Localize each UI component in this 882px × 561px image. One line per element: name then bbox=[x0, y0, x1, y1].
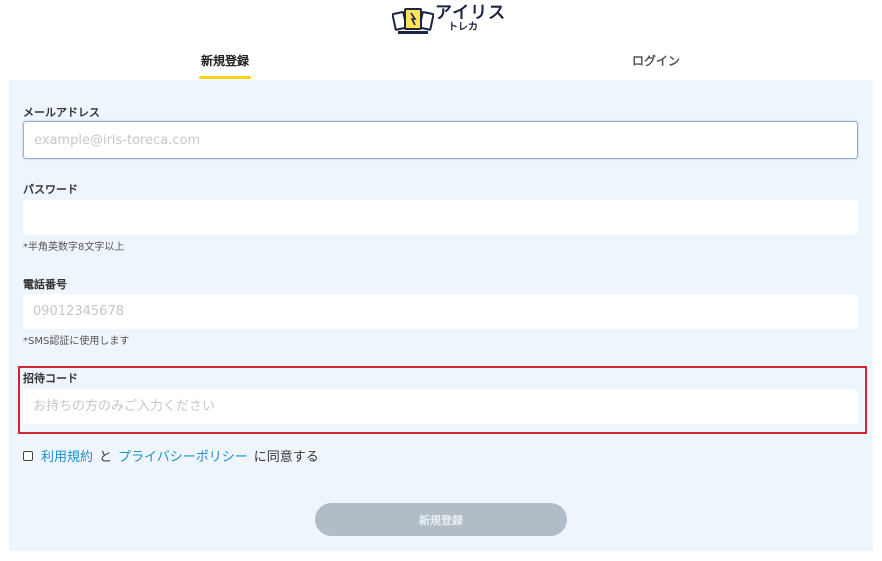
phone-hint: *SMS認証に使用します bbox=[23, 336, 130, 347]
cards-logo-icon bbox=[392, 8, 434, 34]
phone-label: 電話番号 bbox=[23, 278, 67, 291]
password-hint: *半角英数字8文字以上 bbox=[23, 242, 125, 253]
agree-suffix-text: に同意する bbox=[253, 450, 319, 465]
agree-and-text: と bbox=[99, 450, 113, 465]
invite-code-label: 招待コード bbox=[23, 372, 78, 385]
phone-field[interactable] bbox=[23, 294, 858, 329]
password-label: パスワード bbox=[23, 183, 78, 196]
brand-logo: アイリス トレカ bbox=[392, 5, 505, 35]
brand-subname: トレカ bbox=[448, 22, 478, 33]
email-field[interactable] bbox=[23, 121, 858, 159]
email-label: メールアドレス bbox=[23, 106, 100, 119]
invite-code-field[interactable] bbox=[23, 389, 858, 424]
agree-terms-row: 利用規約 と プライバシーポリシー に同意する bbox=[23, 446, 325, 465]
tab-login[interactable]: ログイン bbox=[630, 52, 682, 69]
signup-form: メールアドレス パスワード *半角英数字8文字以上 電話番号 *SMS認証に使用… bbox=[9, 80, 873, 551]
brand-name: アイリス bbox=[435, 3, 507, 23]
signup-submit-button[interactable]: 新規登録 bbox=[315, 503, 567, 536]
auth-tabs: 新規登録 ログイン bbox=[0, 44, 882, 80]
privacy-policy-link[interactable]: プライバシーポリシー bbox=[118, 446, 248, 465]
password-field[interactable] bbox=[23, 200, 858, 235]
agree-checkbox[interactable] bbox=[23, 450, 33, 461]
tab-signup[interactable]: 新規登録 bbox=[199, 52, 251, 79]
terms-link[interactable]: 利用規約 bbox=[41, 446, 93, 465]
